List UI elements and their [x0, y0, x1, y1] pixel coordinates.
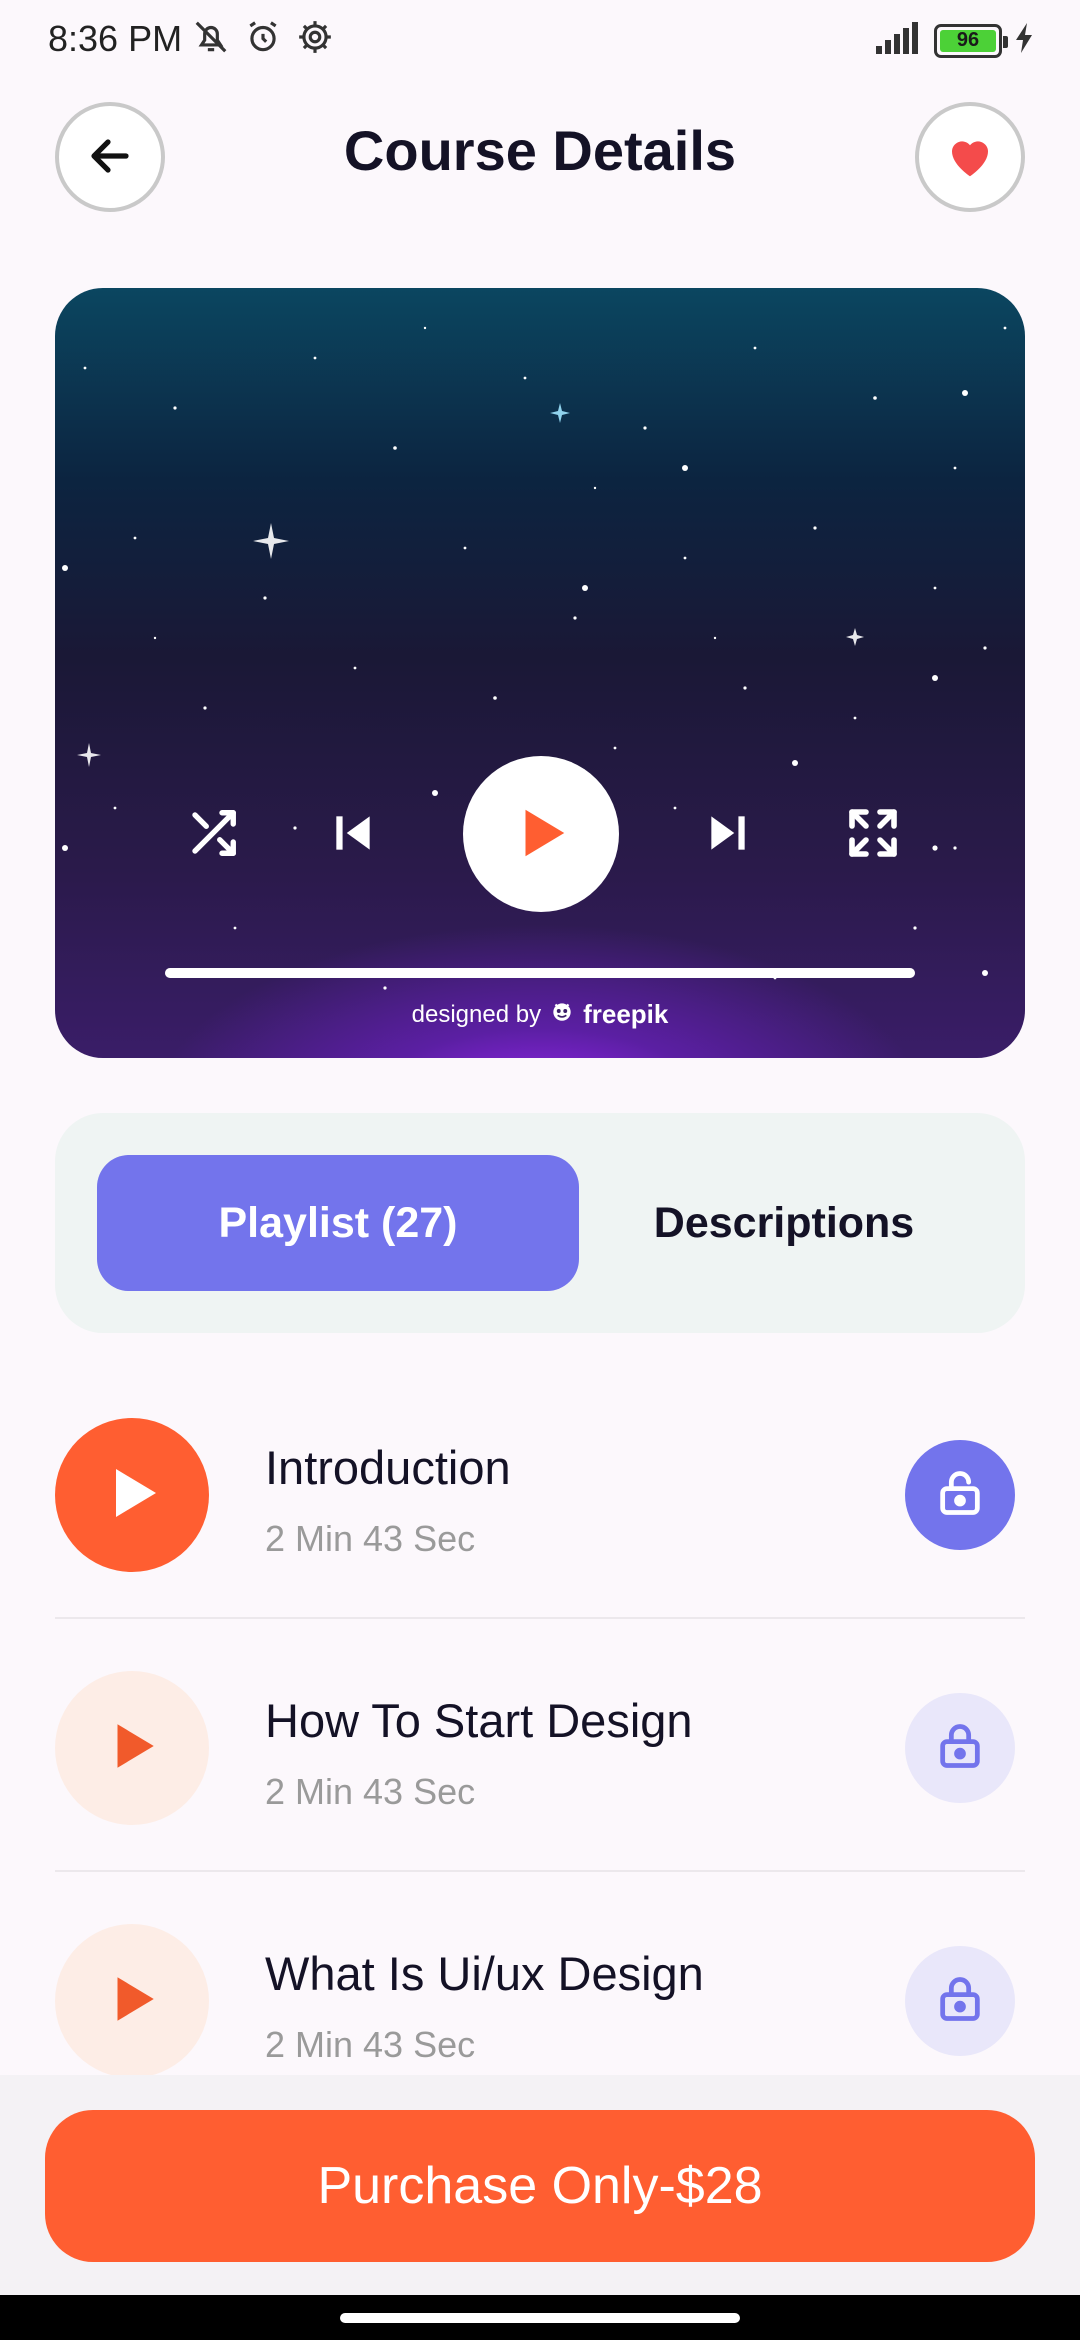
- freepik-logo-icon: [549, 998, 575, 1031]
- skip-next-button[interactable]: [698, 806, 758, 862]
- heart-icon: [943, 129, 997, 186]
- battery-indicator: 96: [934, 23, 1008, 58]
- lock-icon: [934, 1720, 986, 1777]
- lesson-title: How To Start Design: [265, 1694, 693, 1747]
- lesson-duration: 2 Min 43 Sec: [265, 1518, 476, 1559]
- image-credit: designed by freepik: [55, 998, 1025, 1031]
- progress-bar[interactable]: [165, 968, 915, 978]
- charging-icon: [1014, 23, 1036, 58]
- alarm-icon: [244, 18, 282, 61]
- lesson-title: What Is Ui/ux Design: [265, 1947, 704, 2000]
- credit-brand: freepik: [583, 999, 669, 1029]
- lesson-lock-button[interactable]: [905, 1440, 1015, 1550]
- play-button[interactable]: [463, 756, 619, 912]
- video-player[interactable]: designed by freepik: [55, 288, 1025, 1058]
- favorite-button[interactable]: [915, 102, 1025, 212]
- play-icon: [103, 1717, 161, 1780]
- divider: [55, 1617, 1025, 1619]
- mute-bell-icon: [192, 18, 230, 61]
- lesson-title: Introduction: [265, 1441, 511, 1494]
- fullscreen-button[interactable]: [840, 806, 906, 862]
- tab-descriptions[interactable]: Descriptions: [543, 1155, 1025, 1291]
- skip-previous-button[interactable]: [323, 806, 383, 862]
- lesson-play-button[interactable]: [55, 1671, 209, 1825]
- lesson-play-button[interactable]: [55, 1418, 209, 1572]
- player-controls: [55, 756, 1025, 912]
- play-icon: [100, 1461, 164, 1530]
- tab-bar: Playlist (27) Descriptions: [55, 1113, 1025, 1333]
- skip-next-icon: [703, 808, 753, 861]
- lesson-duration: 2 Min 43 Sec: [265, 2024, 476, 2065]
- lesson-item-how-to-start-design[interactable]: How To Start Design 2 Min 43 Sec: [55, 1653, 1025, 1853]
- home-indicator[interactable]: [340, 2313, 740, 2323]
- lesson-lock-button[interactable]: [905, 1946, 1015, 2056]
- fullscreen-icon: [845, 805, 901, 864]
- skip-previous-icon: [328, 808, 378, 861]
- credit-prefix: designed by: [411, 1000, 542, 1028]
- system-nav-bar: [0, 2295, 1080, 2340]
- play-icon: [510, 802, 572, 867]
- settings-icon: [296, 18, 334, 61]
- shuffle-button[interactable]: [180, 806, 246, 862]
- shuffle-icon: [186, 806, 240, 863]
- starfield-background: [62, 326, 1007, 990]
- lock-icon: [934, 1973, 986, 2030]
- status-bar: 8:36 PM 96: [0, 0, 1080, 80]
- signal-icon: [874, 20, 922, 61]
- status-icons: [192, 18, 334, 61]
- tab-playlist[interactable]: Playlist (27): [97, 1155, 579, 1291]
- progress-fill: [165, 968, 915, 978]
- lesson-play-button[interactable]: [55, 1924, 209, 2078]
- play-icon: [103, 1970, 161, 2033]
- lesson-item-introduction[interactable]: Introduction 2 Min 43 Sec: [55, 1400, 1025, 1600]
- divider: [55, 1870, 1025, 1872]
- lesson-lock-button[interactable]: [905, 1693, 1015, 1803]
- lesson-duration: 2 Min 43 Sec: [265, 1771, 476, 1812]
- purchase-button[interactable]: Purchase Only-$28: [45, 2110, 1035, 2262]
- battery-level: 96: [940, 29, 996, 52]
- unlock-icon: [934, 1467, 986, 1524]
- status-time: 8:36 PM: [48, 18, 183, 59]
